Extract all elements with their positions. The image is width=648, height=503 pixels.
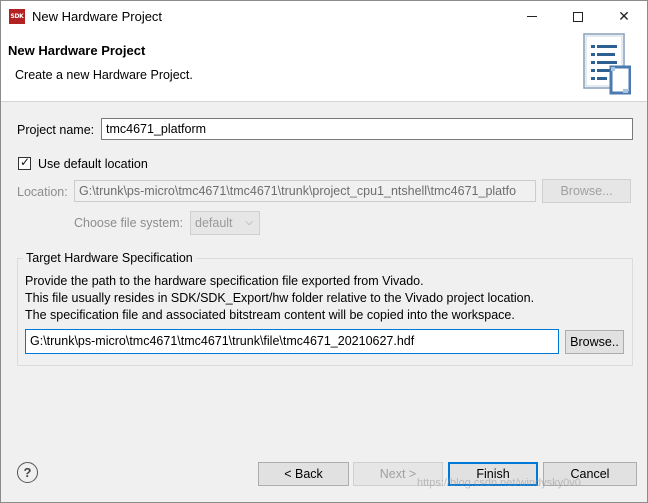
spec-description-line-3: The specification file and associated bi… (25, 308, 515, 322)
use-default-location-checkbox[interactable]: ✓ (18, 155, 31, 170)
hardware-spec-browse-button[interactable]: Browse.. (565, 330, 624, 354)
watermark: https://blog.csdn.net/windysky0v0 (417, 477, 581, 489)
file-system-label: Choose file system: (74, 216, 184, 230)
back-button[interactable]: < Back (258, 462, 349, 486)
close-icon: ✕ (618, 8, 630, 25)
close-button[interactable]: ✕ (601, 1, 647, 32)
project-name-input[interactable]: tmc4671_platform (101, 118, 633, 140)
location-label: Location: (17, 185, 68, 199)
banner-title: New Hardware Project (8, 43, 146, 58)
minimize-button[interactable] (509, 1, 555, 32)
hardware-spec-path-input[interactable]: G:\trunk\ps-micro\tmc4671\tmc4671\trunk\… (25, 329, 559, 354)
chevron-down-icon: ⌵ (245, 217, 253, 228)
use-default-location-label: Use default location (38, 157, 148, 171)
spec-description-line-2: This file usually resides in SDK/SDK_Exp… (25, 291, 535, 305)
new-hardware-project-dialog: SDK New Hardware Project ✕ New Hardware … (0, 0, 648, 503)
sdk-app-icon: SDK (9, 9, 25, 24)
spec-description-line-1: Provide the path to the hardware specifi… (25, 274, 424, 288)
wizard-banner-icon (583, 33, 631, 95)
minimize-icon (527, 16, 537, 17)
window-title: New Hardware Project (32, 9, 163, 24)
project-name-label: Project name: (17, 123, 95, 137)
wizard-banner: New Hardware Project Create a new Hardwa… (1, 32, 647, 102)
maximize-icon (573, 11, 583, 22)
help-icon[interactable]: ? (17, 462, 38, 483)
banner-description: Create a new Hardware Project. (15, 68, 193, 82)
file-system-value: default (195, 216, 233, 230)
maximize-button[interactable] (555, 1, 601, 32)
title-bar: SDK New Hardware Project ✕ (1, 1, 647, 32)
location-input[interactable]: G:\trunk\ps-micro\tmc4671\tmc4671\trunk\… (74, 180, 536, 202)
target-hardware-spec-title: Target Hardware Specification (23, 251, 196, 265)
file-system-select[interactable]: default ⌵ (190, 211, 260, 235)
location-browse-button[interactable]: Browse... (542, 179, 631, 203)
checkmark-icon: ✓ (20, 155, 31, 169)
